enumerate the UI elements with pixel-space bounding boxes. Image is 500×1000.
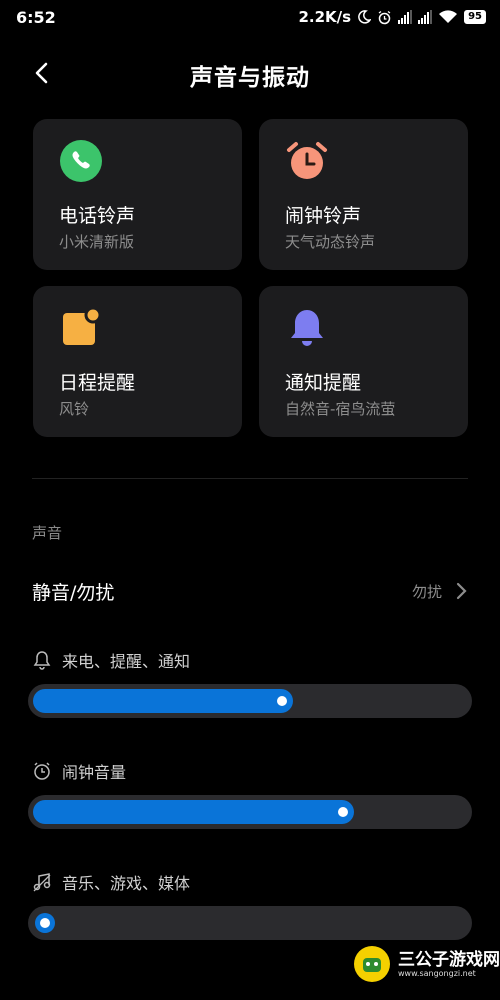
volume-slider-alarm[interactable] [28, 795, 472, 829]
section-label: 声音 [32, 524, 63, 542]
status-icons: 2.2K/s 95 [298, 8, 486, 26]
music-note-icon [33, 873, 51, 892]
row-value: 勿扰 [411, 583, 442, 601]
bell-outline-icon [33, 651, 51, 670]
card-subtitle: 自然音-宿鸟流萤 [285, 400, 396, 418]
volume-label-text: 音乐、游戏、媒体 [62, 874, 191, 893]
card-subtitle: 天气动态铃声 [285, 233, 376, 251]
status-bar: 6:52 2.2K/s 95 [0, 0, 500, 36]
battery-icon: 95 [464, 10, 486, 24]
card-notification[interactable]: 通知提醒 自然音-宿鸟流萤 [259, 286, 468, 437]
alarm-icon [378, 10, 391, 24]
volume-label-alarm: 闹钟音量 [32, 759, 126, 783]
volume-label-media: 音乐、游戏、媒体 [32, 870, 190, 894]
page-title: 声音与振动 [190, 65, 310, 91]
card-phone-ringtone[interactable]: 电话铃声 小米清新版 [33, 119, 242, 270]
watermark: 三公子游戏网 www.sangongzi.net [352, 944, 500, 984]
moon-icon [358, 10, 372, 24]
phone-icon [60, 140, 102, 182]
volume-label-text: 来电、提醒、通知 [62, 652, 191, 671]
card-subtitle: 小米清新版 [59, 233, 135, 251]
card-schedule-reminder[interactable]: 日程提醒 风铃 [33, 286, 242, 437]
watermark-text: 三公子游戏网 [398, 949, 500, 970]
card-title: 日程提醒 [59, 372, 136, 394]
alarm-outline-icon [34, 762, 50, 780]
card-title: 闹钟铃声 [285, 205, 362, 227]
card-title: 通知提醒 [285, 372, 362, 394]
status-time: 6:52 [16, 8, 56, 27]
wifi-icon [439, 10, 458, 23]
volume-fill [33, 689, 293, 713]
silent-dnd-row[interactable]: 静音/勿扰 勿扰 [32, 570, 472, 614]
volume-thumb[interactable] [277, 696, 287, 706]
header: 声音与振动 [0, 50, 500, 96]
volume-slider-media[interactable] [28, 906, 472, 940]
card-subtitle: 风铃 [59, 400, 90, 418]
volume-label-text: 闹钟音量 [62, 763, 127, 782]
volume-label-ring: 来电、提醒、通知 [32, 648, 190, 672]
volume-fill [33, 800, 354, 824]
volume-slider-ring[interactable] [28, 684, 472, 718]
card-title: 电话铃声 [59, 205, 136, 227]
row-label: 静音/勿扰 [32, 582, 115, 604]
alarm-clock-icon [287, 142, 327, 179]
network-speed: 2.2K/s [298, 8, 352, 26]
signal-icon-2 [418, 10, 433, 24]
bell-icon [291, 310, 323, 346]
volume-thumb[interactable] [338, 807, 348, 817]
divider [32, 478, 468, 479]
watermark-sub: www.sangongzi.net [398, 968, 476, 978]
watermark-logo-icon [354, 946, 390, 982]
volume-thumb[interactable] [35, 913, 55, 933]
card-alarm-ringtone[interactable]: 闹钟铃声 天气动态铃声 [259, 119, 468, 270]
calendar-icon [63, 306, 102, 345]
signal-icon [398, 10, 413, 24]
chevron-right-icon [456, 582, 467, 600]
